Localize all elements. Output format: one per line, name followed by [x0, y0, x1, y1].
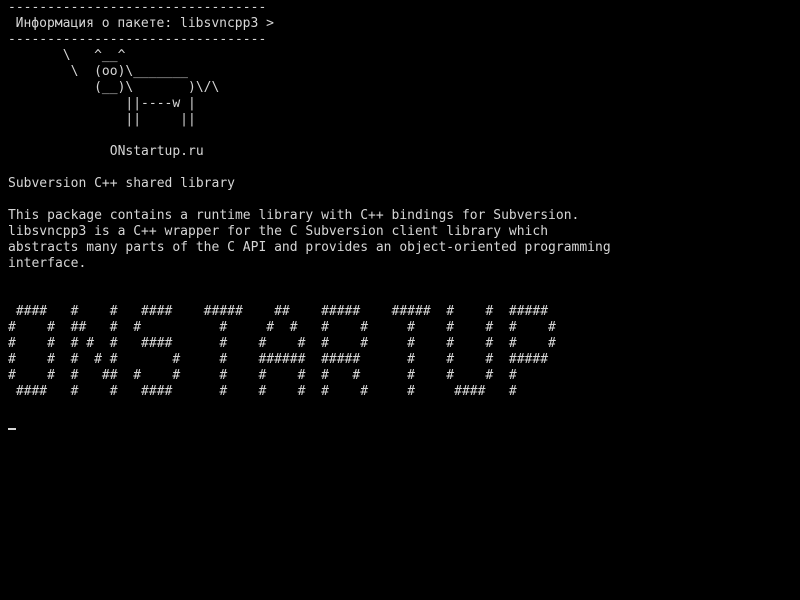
banner-art-line: # # # # # #### # # # # # # # # # # [8, 336, 556, 351]
cow-art-line: \ (oo)\_______ [8, 64, 189, 79]
banner-art-line: # # # ## # # # # # # # # # # # [8, 368, 517, 383]
description-line: libsvncpp3 is a C++ wrapper for the C Su… [8, 224, 549, 239]
description-line: abstracts many parts of the C API and pr… [8, 240, 611, 255]
title-box-bottom-border: --------------------------------- [8, 32, 267, 47]
site-label: ONstartup.ru [8, 144, 204, 159]
banner-art-line: #### # # #### # # # # # # #### # [8, 384, 517, 399]
package-summary: Subversion C++ shared library [8, 176, 235, 191]
banner-art-line: # # # # # # # ###### ##### # # # ##### [8, 352, 549, 367]
cow-art-line: (__)\ )\/\ [8, 80, 220, 95]
title-box-top-border: --------------------------------- [8, 0, 267, 15]
terminal-screen: --------------------------------- < Инфо… [8, 0, 800, 600]
cow-art-line: \ ^__^ [8, 48, 126, 63]
description-line: This package contains a runtime library … [8, 208, 580, 223]
cow-art-line: || || [8, 112, 196, 127]
banner-art-line: #### # # #### ##### ## ##### ##### # # #… [8, 304, 549, 319]
banner-art-line: # # ## # # # # # # # # # # # # [8, 320, 556, 335]
terminal-cursor[interactable] [8, 428, 16, 430]
package-info-title: < Информация о пакете: libsvncpp3 > [8, 16, 274, 31]
cow-art-line: ||----w | [8, 96, 196, 111]
description-line: interface. [8, 256, 87, 271]
